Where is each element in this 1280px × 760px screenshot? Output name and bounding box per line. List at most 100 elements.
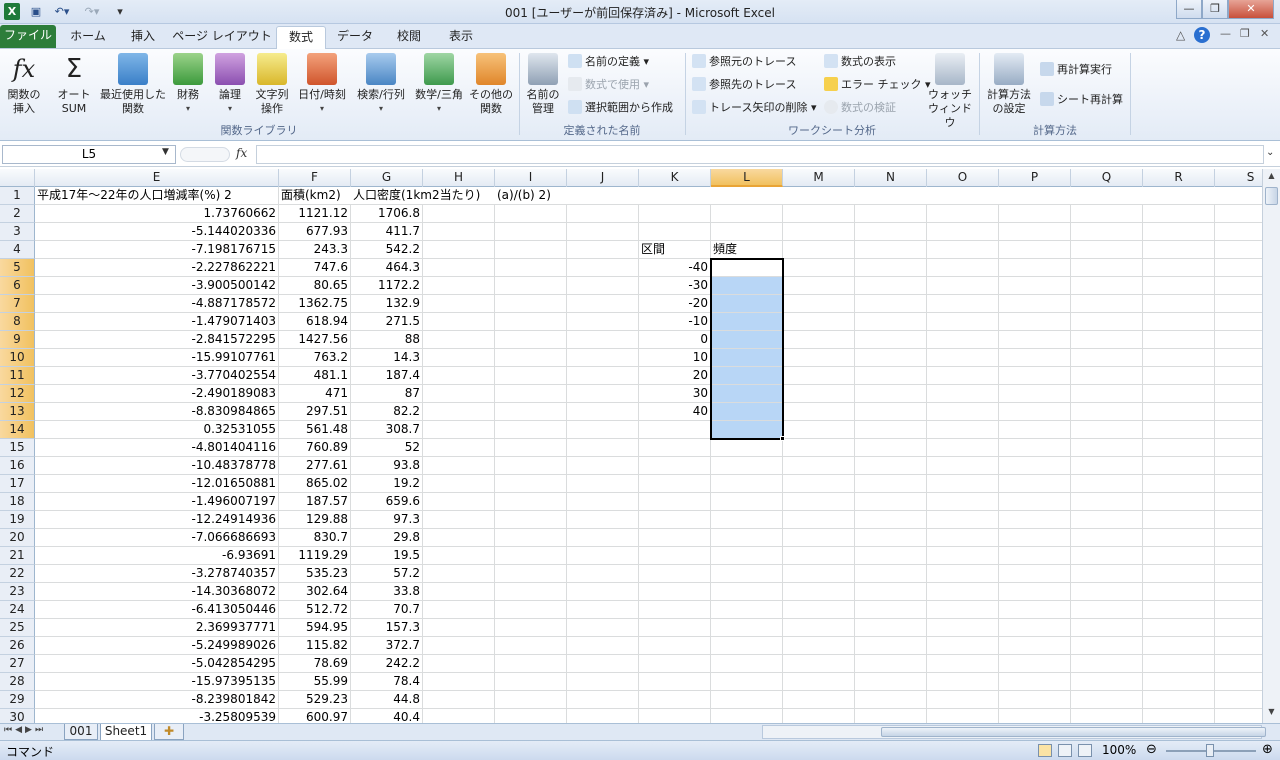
watch-window-button[interactable]: ウォッチ ウィンドウ bbox=[924, 53, 976, 130]
cell-p27[interactable] bbox=[999, 655, 1071, 673]
cell-j28[interactable] bbox=[567, 673, 639, 691]
cell-s5[interactable] bbox=[1215, 259, 1262, 277]
cell-i19[interactable] bbox=[495, 511, 567, 529]
autosum-button[interactable]: Σ オート SUM bbox=[50, 53, 98, 116]
cell-s7[interactable] bbox=[1215, 295, 1262, 313]
cell-q30[interactable] bbox=[1071, 709, 1143, 723]
cell-o3[interactable] bbox=[927, 223, 999, 241]
cell-e20[interactable]: -7.066686693 bbox=[35, 529, 279, 547]
cell-r17[interactable] bbox=[1143, 475, 1215, 493]
cell-o13[interactable] bbox=[927, 403, 999, 421]
cell-p20[interactable] bbox=[999, 529, 1071, 547]
row-header[interactable]: 1 bbox=[0, 187, 35, 205]
cell-r21[interactable] bbox=[1143, 547, 1215, 565]
cell-j22[interactable] bbox=[567, 565, 639, 583]
sheet-nav-icon[interactable]: ⏮◀▶⏭ bbox=[4, 725, 46, 735]
cell-j10[interactable] bbox=[567, 349, 639, 367]
cell-g14[interactable]: 308.7 bbox=[351, 421, 423, 439]
cell-s10[interactable] bbox=[1215, 349, 1262, 367]
row-header[interactable]: 12 bbox=[0, 385, 35, 403]
cell-f27[interactable]: 78.69 bbox=[279, 655, 351, 673]
cell-p11[interactable] bbox=[999, 367, 1071, 385]
cell-r8[interactable] bbox=[1143, 313, 1215, 331]
zoom-level[interactable]: 100% bbox=[1102, 743, 1136, 757]
cell-g7[interactable]: 132.9 bbox=[351, 295, 423, 313]
cell-n8[interactable] bbox=[855, 313, 927, 331]
cell-o10[interactable] bbox=[927, 349, 999, 367]
cell-q23[interactable] bbox=[1071, 583, 1143, 601]
cell-e23[interactable]: -14.30368072 bbox=[35, 583, 279, 601]
column-header-l[interactable]: L bbox=[711, 169, 783, 187]
cell-p15[interactable] bbox=[999, 439, 1071, 457]
cell-j19[interactable] bbox=[567, 511, 639, 529]
tab-view[interactable]: 表示 bbox=[436, 26, 486, 49]
cell-f23[interactable]: 302.64 bbox=[279, 583, 351, 601]
cell-h14[interactable] bbox=[423, 421, 495, 439]
row-header[interactable]: 16 bbox=[0, 457, 35, 475]
cell-g21[interactable]: 19.5 bbox=[351, 547, 423, 565]
column-header-s[interactable]: S bbox=[1215, 169, 1262, 187]
cell-q22[interactable] bbox=[1071, 565, 1143, 583]
cell-g6[interactable]: 1172.2 bbox=[351, 277, 423, 295]
cell-s13[interactable] bbox=[1215, 403, 1262, 421]
cell-m24[interactable] bbox=[783, 601, 855, 619]
insert-function-icon[interactable]: fx bbox=[236, 146, 247, 160]
cell-f10[interactable]: 763.2 bbox=[279, 349, 351, 367]
cell-o24[interactable] bbox=[927, 601, 999, 619]
cell-q3[interactable] bbox=[1071, 223, 1143, 241]
cell-r25[interactable] bbox=[1143, 619, 1215, 637]
tab-file[interactable]: ファイル bbox=[0, 25, 56, 48]
cell-q12[interactable] bbox=[1071, 385, 1143, 403]
cell-r16[interactable] bbox=[1143, 457, 1215, 475]
cell-p7[interactable] bbox=[999, 295, 1071, 313]
cell-j3[interactable] bbox=[567, 223, 639, 241]
cell-h20[interactable] bbox=[423, 529, 495, 547]
cell-l21[interactable] bbox=[711, 547, 783, 565]
minimize-ribbon-icon[interactable]: △ bbox=[1176, 28, 1185, 42]
tab-page-layout[interactable]: ページ レイアウト bbox=[172, 26, 272, 49]
cell-h15[interactable] bbox=[423, 439, 495, 457]
fill-handle[interactable] bbox=[780, 436, 785, 441]
cell-q1[interactable] bbox=[1071, 187, 1143, 205]
cell-g28[interactable]: 78.4 bbox=[351, 673, 423, 691]
cell-o2[interactable] bbox=[927, 205, 999, 223]
cell-o28[interactable] bbox=[927, 673, 999, 691]
cell-k27[interactable] bbox=[639, 655, 711, 673]
cell-e1[interactable]: 平成17年～22年の人口増減率(%) 2 bbox=[35, 187, 279, 205]
cell-s9[interactable] bbox=[1215, 331, 1262, 349]
cell-l19[interactable] bbox=[711, 511, 783, 529]
cell-p4[interactable] bbox=[999, 241, 1071, 259]
cell-p29[interactable] bbox=[999, 691, 1071, 709]
cell-o27[interactable] bbox=[927, 655, 999, 673]
cell-p5[interactable] bbox=[999, 259, 1071, 277]
expand-formula-bar-icon[interactable]: ⌄ bbox=[1266, 147, 1274, 158]
cell-r6[interactable] bbox=[1143, 277, 1215, 295]
cell-s28[interactable] bbox=[1215, 673, 1262, 691]
row-header[interactable]: 17 bbox=[0, 475, 35, 493]
cell-e12[interactable]: -2.490189083 bbox=[35, 385, 279, 403]
cell-h17[interactable] bbox=[423, 475, 495, 493]
cell-o5[interactable] bbox=[927, 259, 999, 277]
vertical-scrollbar[interactable]: ▲ ▼ bbox=[1262, 169, 1280, 723]
cell-s20[interactable] bbox=[1215, 529, 1262, 547]
cell-i6[interactable] bbox=[495, 277, 567, 295]
row-header[interactable]: 27 bbox=[0, 655, 35, 673]
cell-l20[interactable] bbox=[711, 529, 783, 547]
cell-k29[interactable] bbox=[639, 691, 711, 709]
cell-i8[interactable] bbox=[495, 313, 567, 331]
cell-n22[interactable] bbox=[855, 565, 927, 583]
cell-i27[interactable] bbox=[495, 655, 567, 673]
cell-i2[interactable] bbox=[495, 205, 567, 223]
cell-k17[interactable] bbox=[639, 475, 711, 493]
cell-l14[interactable] bbox=[711, 421, 783, 439]
cell-g11[interactable]: 187.4 bbox=[351, 367, 423, 385]
insert-sheet-icon[interactable]: ✚ bbox=[154, 724, 184, 740]
cell-h25[interactable] bbox=[423, 619, 495, 637]
row-header[interactable]: 11 bbox=[0, 367, 35, 385]
cell-h12[interactable] bbox=[423, 385, 495, 403]
cell-e6[interactable]: -3.900500142 bbox=[35, 277, 279, 295]
cell-f1[interactable]: 面積(km2) bbox=[279, 187, 351, 205]
vertical-scroll-thumb[interactable] bbox=[1265, 187, 1278, 205]
cell-h28[interactable] bbox=[423, 673, 495, 691]
cell-p8[interactable] bbox=[999, 313, 1071, 331]
